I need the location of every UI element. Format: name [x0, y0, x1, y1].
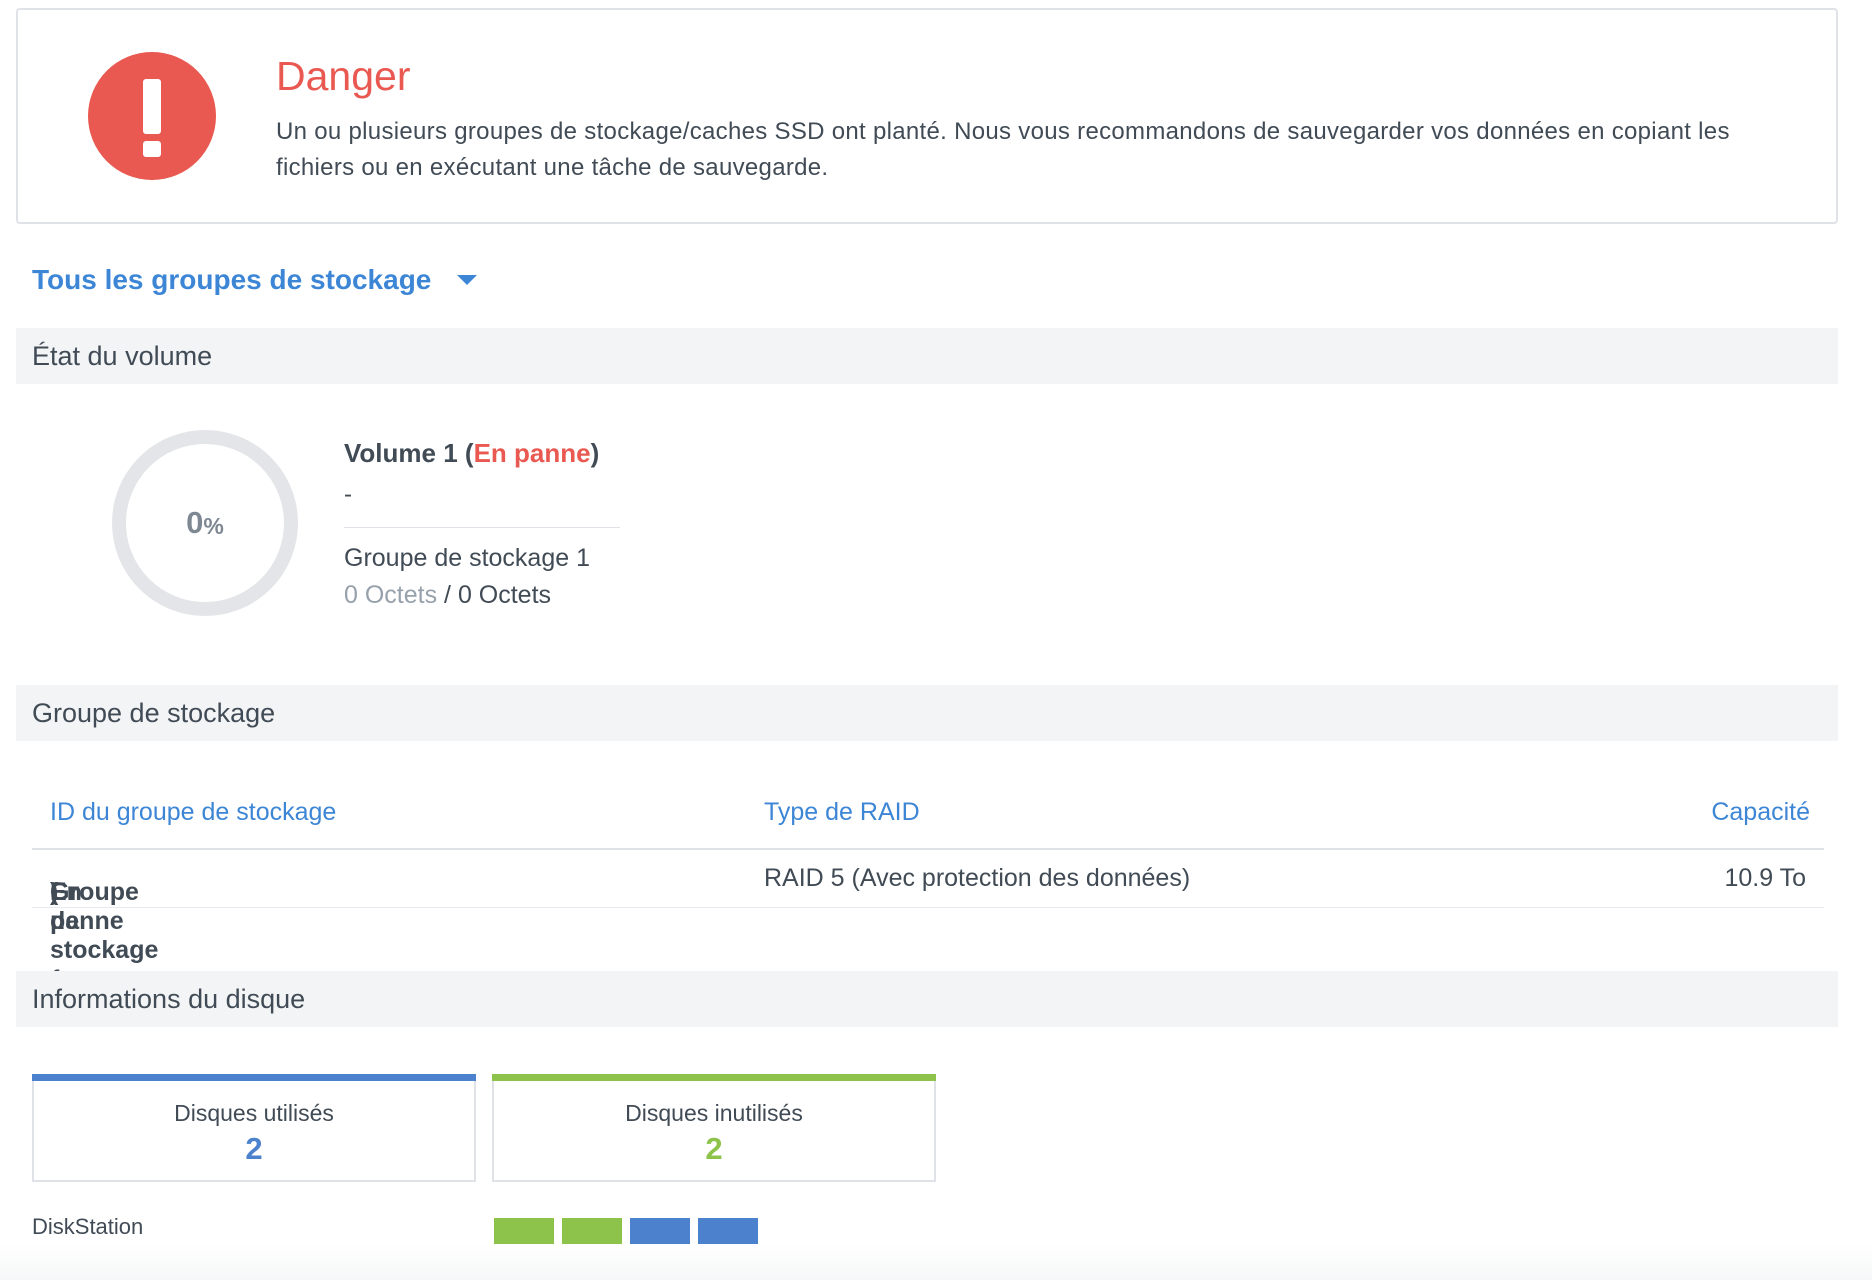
volume-name[interactable]: Volume 1 (En panne) — [344, 438, 620, 469]
table-row[interactable]: Groupe de stockage 1 (En panne) RAID 5 (… — [32, 850, 1824, 993]
used-disks-count: 2 — [245, 1131, 263, 1166]
used-disks-accent — [32, 1074, 476, 1081]
alert-message: Un ou plusieurs groupes de stockage/cach… — [276, 118, 1730, 181]
volume-divider — [344, 527, 620, 528]
volume-total: 0 Octets — [457, 581, 552, 609]
pool-close-paren: ) — [50, 878, 59, 906]
pool-status: En panne — [50, 878, 124, 935]
pool-row-capacity: 10.9 To — [1724, 864, 1806, 892]
used-disks-label: Disques utilisés — [174, 1100, 334, 1126]
column-header-pool-id[interactable]: ID du groupe de stockage — [50, 798, 336, 827]
alert-title: Danger — [276, 53, 411, 99]
volume-status: En panne — [473, 438, 591, 468]
volume-size-separator: / — [437, 581, 458, 609]
volume-open-paren: ( — [457, 438, 474, 468]
caret-down-icon — [457, 275, 478, 285]
storage-pool-header: Groupe de stockage — [16, 685, 1838, 741]
column-header-capacity[interactable]: Capacité — [1711, 798, 1810, 827]
diskstation-label: DiskStation — [32, 1214, 144, 1239]
volume-usage-unit: % — [203, 512, 224, 539]
volume-usage-percent: 0 % — [126, 444, 284, 602]
unused-disks-label: Disques inutilisés — [625, 1100, 803, 1126]
volume-close-paren: ) — [590, 438, 600, 468]
storage-pool-table: ID du groupe de stockage Type de RAID Ca… — [32, 790, 1824, 993]
volume-name-text: Volume 1 — [344, 438, 458, 468]
volume-status-header: État du volume — [16, 328, 1838, 384]
volume-used: 0 Octets — [344, 581, 438, 609]
pool-row-raid: RAID 5 (Avec protection des données) — [764, 864, 1191, 892]
volume-description: - — [344, 481, 352, 508]
storage-overview: Danger Un ou plusieurs groupes de stocka… — [0, 0, 1872, 1280]
volume-usage-ring: 0 % — [112, 430, 298, 616]
unused-disks-count: 2 — [705, 1131, 723, 1166]
volume-info: Volume 1 (En panne) - Groupe de stockage… — [344, 438, 620, 610]
volume-usage-value: 0 — [186, 505, 204, 540]
storage-group-selector[interactable]: Tous les groupes de stockage — [32, 264, 478, 296]
used-disks-card[interactable]: Disques utilisés 2 — [32, 1074, 476, 1182]
disk-slot-3[interactable] — [630, 1218, 690, 1245]
storage-group-selector-label: Tous les groupes de stockage — [32, 264, 432, 295]
disk-info-header: Informations du disque — [16, 971, 1838, 1027]
bottom-fade — [0, 1244, 1872, 1280]
volume-size: 0 Octets / 0 Octets — [344, 581, 620, 610]
disk-slot-1[interactable] — [494, 1218, 554, 1245]
disk-slot-2[interactable] — [562, 1218, 622, 1245]
danger-alert: Danger Un ou plusieurs groupes de stocka… — [16, 8, 1838, 224]
exclamation-circle-icon — [88, 52, 216, 180]
volume-pool-name: Groupe de stockage 1 — [344, 544, 590, 572]
disk-slot-4[interactable] — [698, 1218, 758, 1245]
table-header: ID du groupe de stockage Type de RAID Ca… — [32, 790, 1824, 850]
unused-disks-accent — [492, 1074, 936, 1081]
unused-disks-card[interactable]: Disques inutilisés 2 — [492, 1074, 936, 1182]
column-header-raid-type[interactable]: Type de RAID — [764, 798, 920, 827]
